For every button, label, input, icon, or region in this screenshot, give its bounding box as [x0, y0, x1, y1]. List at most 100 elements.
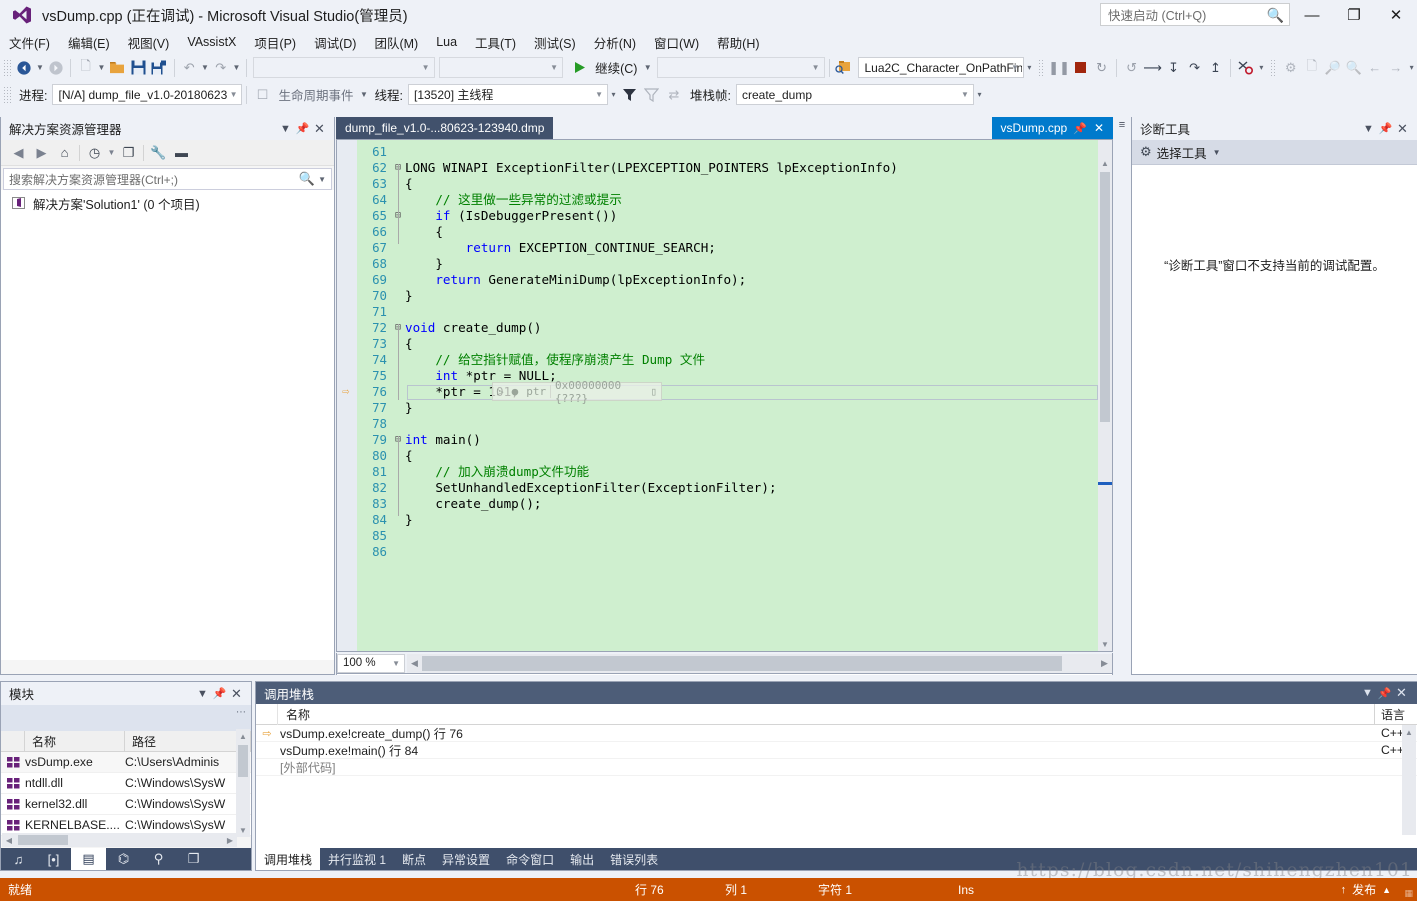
quick-launch-box[interactable]: 快速启动 (Ctrl+Q) 🔍 [1100, 3, 1290, 26]
code-line[interactable]: 86 [337, 544, 1098, 560]
code-line[interactable]: 82 SetUnhandledExceptionFilter(Exception… [337, 480, 1098, 496]
lifecycle-events-icon[interactable]: ☐ [251, 84, 273, 106]
code-line[interactable]: 78 [337, 416, 1098, 432]
pin-icon[interactable]: 📌 [1376, 687, 1393, 700]
locals-tab[interactable]: [•] [36, 848, 71, 870]
code-editor[interactable]: 6162⊟LONG WINAPI ExceptionFilter(LPEXCEP… [336, 139, 1113, 652]
line-indicator-cell[interactable] [337, 336, 357, 352]
line-indicator-cell[interactable] [337, 288, 357, 304]
collapse-all-icon[interactable]: ▬ [170, 142, 193, 164]
line-indicator-cell[interactable] [337, 320, 357, 336]
code-line[interactable]: ⇨ 76 *ptr = 101; [337, 384, 1098, 400]
code-line[interactable]: 62⊟LONG WINAPI ExceptionFilter(LPEXCEPTI… [337, 160, 1098, 176]
table-row[interactable]: kernel32.dll C:\Windows\SysW [1, 794, 251, 815]
redo-icon[interactable]: ↷ [210, 57, 231, 79]
debug-location-grip[interactable] [3, 85, 11, 104]
scroll-left-icon[interactable]: ◀ [407, 654, 422, 673]
chevron-up-icon[interactable]: ▲ [1382, 885, 1391, 895]
memory-tab[interactable]: ⚲ [141, 848, 176, 870]
menu-help[interactable]: 帮助(H) [708, 31, 768, 54]
stackframe-overflow-icon[interactable]: ▾ [974, 84, 985, 106]
code-line[interactable]: 61 [337, 144, 1098, 160]
continue-label[interactable]: 继续(C) [595, 58, 637, 77]
navigate-forward-icon[interactable] [45, 57, 66, 79]
table-row[interactable]: ⇨ vsDump.exe!create_dump() 行 76 C++ [256, 725, 1417, 742]
split-view-handle[interactable]: ≡ [1115, 117, 1129, 133]
open-file-icon[interactable] [107, 57, 128, 79]
find-symbol-icon[interactable] [833, 57, 854, 79]
line-indicator-cell[interactable] [337, 256, 357, 272]
line-indicator-cell[interactable] [337, 528, 357, 544]
menu-file[interactable]: 文件(F) [0, 31, 59, 54]
thread-toolbar-overflow-icon[interactable]: ▾ [608, 84, 619, 106]
scroll-thumb[interactable] [1100, 172, 1110, 422]
tab-parallel-watch[interactable]: 并行监视 1 [320, 848, 394, 870]
home-icon[interactable]: ⌂ [53, 142, 76, 164]
code-line[interactable]: 84} [337, 512, 1098, 528]
table-row[interactable]: ntdll.dll C:\Windows\SysW [1, 773, 251, 794]
call-stack-vertical-scrollbar[interactable]: ▲ [1402, 725, 1416, 835]
navigate-backward-icon[interactable] [14, 57, 35, 79]
modules-column-name[interactable]: 名称 [25, 730, 125, 752]
menu-tools[interactable]: 工具(T) [466, 31, 525, 54]
menu-edit[interactable]: 编辑(E) [59, 31, 119, 54]
toolbar-overflow-icon[interactable]: ▾ [1024, 57, 1035, 79]
publish-button[interactable]: ↑ 发布 ▲ [1341, 881, 1391, 898]
scroll-right-icon[interactable]: ▶ [1097, 654, 1112, 673]
tab-call-stack[interactable]: 调用堆栈 [256, 848, 321, 870]
line-indicator-cell[interactable]: ⇨ [337, 384, 357, 400]
scroll-up-icon[interactable]: ▲ [1098, 156, 1112, 170]
properties-wrench-icon[interactable]: 🔧 [147, 142, 170, 164]
debug-toolbar-grip[interactable] [1037, 58, 1046, 77]
toolbar-more-icon[interactable]: ▾ [1406, 57, 1417, 79]
code-line[interactable]: 83 create_dump(); [337, 496, 1098, 512]
select-tools-label[interactable]: 选择工具 [1157, 143, 1207, 162]
line-indicator-cell[interactable] [337, 368, 357, 384]
editor-horizontal-scrollbar[interactable]: ◀ ▶ [407, 653, 1112, 673]
scroll-left-icon[interactable]: ◀ [2, 836, 16, 845]
menu-analyze[interactable]: 分析(N) [585, 31, 645, 54]
code-line[interactable]: 73 { [337, 336, 1098, 352]
back-nav-icon[interactable]: ← [1364, 57, 1385, 79]
code-line[interactable]: 75 int *ptr = NULL; [337, 368, 1098, 384]
step-up-icon[interactable]: ↥ [1205, 57, 1226, 79]
scroll-up-icon[interactable]: ▲ [236, 729, 250, 743]
menu-team[interactable]: 团队(M) [365, 31, 427, 54]
close-icon[interactable]: ✕ [1094, 121, 1104, 135]
pin-icon[interactable]: 📌 [1377, 122, 1394, 135]
table-row[interactable]: vsDump.exe C:\Users\Adminis [1, 752, 251, 773]
line-indicator-cell[interactable] [337, 464, 357, 480]
editor-vertical-scrollbar[interactable]: ▲ ▼ [1098, 140, 1112, 651]
step-over-icon[interactable]: ⟶ [1142, 57, 1163, 79]
new-project-icon[interactable]: 🗋 [75, 57, 96, 79]
panel-dropdown-icon[interactable]: ▼ [1360, 123, 1377, 135]
scroll-thumb[interactable] [238, 745, 248, 777]
extra-toolbar-grip[interactable] [1269, 58, 1278, 77]
line-indicator-cell[interactable] [337, 240, 357, 256]
line-indicator-cell[interactable] [337, 448, 357, 464]
code-line[interactable]: 81 // 加入崩溃dump文件功能 [337, 464, 1098, 480]
panel-dropdown-icon[interactable]: ▼ [1359, 687, 1376, 699]
tab-command-window[interactable]: 命令窗口 [498, 848, 562, 870]
undo-dropdown-icon[interactable]: ▼ [200, 57, 211, 79]
window-layout-icon[interactable]: 🗋 [1301, 57, 1322, 79]
menu-window[interactable]: 窗口(W) [645, 31, 708, 54]
tab-error-list[interactable]: 错误列表 [602, 848, 666, 870]
code-line[interactable]: 69 return GenerateMiniDump(lpExceptionIn… [337, 272, 1098, 288]
code-line[interactable]: 63 { [337, 176, 1098, 192]
step-out-icon[interactable]: ↷ [1184, 57, 1205, 79]
settings-gear-icon[interactable]: ⚙ [1280, 57, 1301, 79]
continue-dropdown-icon[interactable]: ▼ [642, 57, 653, 79]
line-indicator-cell[interactable] [337, 272, 357, 288]
callstack-column-name[interactable]: 名称 [278, 703, 1375, 725]
save-all-icon[interactable] [149, 57, 170, 79]
maximize-button[interactable]: ❐ [1333, 0, 1375, 30]
code-line[interactable]: 70} [337, 288, 1098, 304]
menu-lua[interactable]: Lua [427, 33, 466, 51]
zoom-out-icon[interactable]: 🔍 [1343, 57, 1364, 79]
line-indicator-cell[interactable] [337, 544, 357, 560]
shuffle-icon[interactable]: ⇄ [663, 84, 685, 106]
code-line[interactable]: 79⊟int main() [337, 432, 1098, 448]
tab-output[interactable]: 输出 [562, 848, 602, 870]
modules-horizontal-scrollbar[interactable]: ◀ ▶ [2, 833, 237, 847]
